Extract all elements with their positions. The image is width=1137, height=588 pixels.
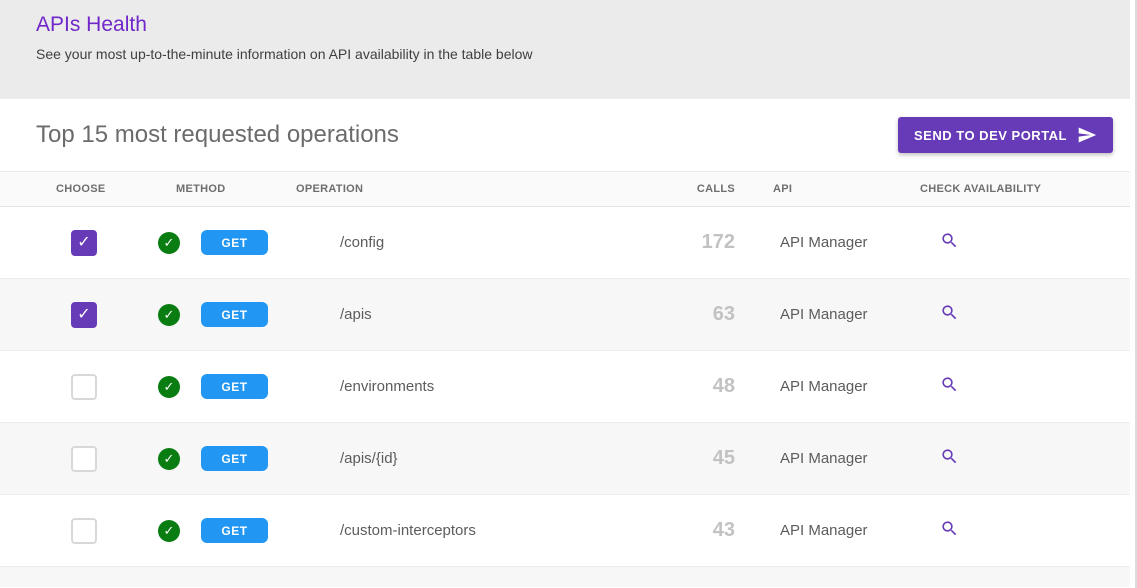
api-name: API Manager — [735, 378, 920, 395]
operation-path: /config — [296, 234, 680, 251]
calls-count: 63 — [680, 303, 735, 326]
method-badge: GET — [201, 374, 268, 399]
column-header-method: METHOD — [176, 183, 296, 195]
operation-path: /apis/{id} — [296, 450, 680, 467]
card-title: Top 15 most requested operations — [36, 121, 399, 149]
table-body: GET /config 172 API Manager GET /apis 63… — [0, 207, 1137, 567]
page-subtitle: See your most up-to-the-minute informati… — [36, 46, 1137, 62]
card-header: Top 15 most requested operations SEND TO… — [0, 99, 1137, 171]
check-availability-search-icon[interactable] — [940, 231, 959, 250]
api-name: API Manager — [735, 450, 920, 467]
calls-count: 172 — [680, 231, 735, 254]
send-to-dev-portal-button[interactable]: SEND TO DEV PORTAL — [898, 117, 1113, 153]
method-badge: GET — [201, 446, 268, 471]
method-badge: GET — [201, 302, 268, 327]
column-header-choose: CHOOSE — [0, 183, 140, 195]
send-button-label: SEND TO DEV PORTAL — [914, 128, 1067, 143]
operations-card: Top 15 most requested operations SEND TO… — [0, 99, 1137, 587]
next-row-partial — [0, 567, 1137, 587]
operation-path: /environments — [296, 378, 680, 395]
check-availability-search-icon[interactable] — [940, 375, 959, 394]
column-header-api: API — [735, 183, 920, 195]
calls-count: 45 — [680, 447, 735, 470]
api-name: API Manager — [735, 306, 920, 323]
table-header-row: CHOOSE METHOD OPERATION CALLS API CHECK … — [0, 171, 1137, 207]
table-row: GET /environments 48 API Manager — [0, 351, 1137, 423]
method-badge: GET — [201, 518, 268, 543]
check-availability-search-icon[interactable] — [940, 303, 959, 322]
api-name: API Manager — [735, 522, 920, 539]
column-header-calls: CALLS — [680, 183, 735, 195]
row-checkbox[interactable] — [71, 302, 97, 328]
scrollbar[interactable] — [1130, 0, 1137, 588]
column-header-check-availability: CHECK AVAILABILITY — [920, 183, 1137, 195]
row-checkbox[interactable] — [71, 446, 97, 472]
calls-count: 43 — [680, 519, 735, 542]
check-availability-search-icon[interactable] — [940, 447, 959, 466]
check-availability-search-icon[interactable] — [940, 519, 959, 538]
apis-health-page: APIs Health See your most up-to-the-minu… — [0, 0, 1137, 588]
table-row: GET /config 172 API Manager — [0, 207, 1137, 279]
operation-path: /apis — [296, 306, 680, 323]
api-name: API Manager — [735, 234, 920, 251]
column-header-operation: OPERATION — [296, 183, 680, 195]
page-header: APIs Health See your most up-to-the-minu… — [0, 0, 1137, 99]
row-checkbox[interactable] — [71, 230, 97, 256]
method-badge: GET — [201, 230, 268, 255]
row-checkbox[interactable] — [71, 518, 97, 544]
table-row: GET /custom-interceptors 43 API Manager — [0, 495, 1137, 567]
send-icon — [1077, 125, 1097, 145]
page-title: APIs Health — [36, 13, 1137, 37]
calls-count: 48 — [680, 375, 735, 398]
table-row: GET /apis 63 API Manager — [0, 279, 1137, 351]
table-row: GET /apis/{id} 45 API Manager — [0, 423, 1137, 495]
row-checkbox[interactable] — [71, 374, 97, 400]
operation-path: /custom-interceptors — [296, 522, 680, 539]
